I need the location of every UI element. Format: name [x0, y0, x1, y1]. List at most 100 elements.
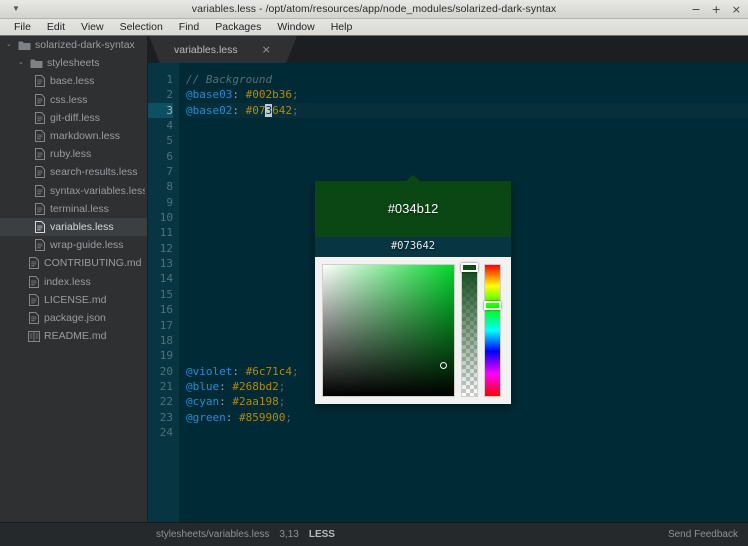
menu-packages[interactable]: Packages: [207, 19, 269, 36]
tree-item-label: ruby.less: [50, 148, 92, 161]
tree-item-search-results-less[interactable]: search-results.less: [0, 163, 147, 181]
hex-color-token[interactable]: #859900: [239, 411, 285, 424]
status-cursor-position[interactable]: 3,13: [279, 529, 298, 540]
original-hex-label: #073642: [390, 240, 436, 253]
chevron-down-icon[interactable]: ⌄: [18, 59, 29, 66]
tab-title: variables.less: [174, 43, 238, 56]
tab-variables-less[interactable]: variables.less ×: [149, 36, 297, 63]
code-line-23: @green: #859900;: [186, 410, 748, 425]
tree-item-contributing-md[interactable]: CONTRIBUTING.md: [0, 254, 147, 272]
sv-selection-marker[interactable]: [440, 362, 447, 369]
text-editor[interactable]: 1 2 3 4 5 6 7 8 9 10 11 12 13 14 15 16 1: [148, 63, 748, 522]
file-icon: [32, 239, 47, 252]
alpha-slider-handle[interactable]: [461, 263, 478, 272]
close-icon[interactable]: ×: [732, 4, 741, 15]
hex-color-token[interactable]: #002b36: [246, 88, 292, 101]
hex-color-token[interactable]: #6c71c4: [246, 365, 292, 378]
window-menu-icon[interactable]: ▼: [0, 5, 28, 13]
tree-item-markdown-less[interactable]: markdown.less: [0, 127, 147, 145]
tree-item-label: markdown.less: [50, 130, 121, 143]
minimize-icon[interactable]: −: [691, 4, 700, 15]
book-icon: [26, 330, 41, 343]
color-picker-controls: [315, 257, 511, 404]
tab-bar: variables.less ×: [148, 36, 748, 63]
tree-item-label: wrap-guide.less: [50, 239, 124, 252]
tree-item-package-json[interactable]: package.json: [0, 309, 147, 327]
saturation-value-square[interactable]: [322, 264, 455, 397]
menu-window[interactable]: Window: [269, 19, 322, 36]
file-icon: [26, 293, 41, 306]
line-number: 9: [166, 195, 173, 209]
status-file-path[interactable]: stylesheets/variables.less: [156, 529, 269, 540]
hex-color-token-rest[interactable]: 642: [272, 104, 292, 117]
code-line-2: @base03: #002b36;: [186, 87, 748, 102]
send-feedback-link[interactable]: Send Feedback: [668, 529, 738, 540]
tree-item-index-less[interactable]: index.less: [0, 272, 147, 290]
status-bar-left-pad: [0, 523, 148, 546]
tree-item-variables-less[interactable]: variables.less: [0, 217, 147, 237]
variable-token: @violet: [186, 364, 233, 378]
hex-color-token[interactable]: #07: [246, 104, 266, 117]
status-bar-right: Send Feedback: [668, 529, 748, 540]
menu-selection[interactable]: Selection: [112, 19, 171, 36]
window-title: variables.less - /opt/atom/resources/app…: [191, 3, 557, 15]
tree-item-ruby-less[interactable]: ruby.less: [0, 145, 147, 163]
variable-token: @base03: [186, 88, 233, 102]
semicolon-token: ;: [278, 395, 286, 409]
hue-slider-handle[interactable]: [484, 301, 501, 310]
tree-item-terminal-less[interactable]: terminal.less: [0, 200, 147, 218]
alpha-slider[interactable]: [461, 263, 478, 397]
tree-view-sidebar[interactable]: ⌄ solarized-dark-syntax ⌄ stylesheets ba…: [0, 36, 148, 522]
tree-item-git-diff-less[interactable]: git-diff.less: [0, 109, 147, 127]
tree-item-label: LICENSE.md: [44, 293, 107, 306]
semicolon-token: ;: [291, 103, 299, 117]
file-icon: [32, 75, 47, 88]
file-icon: [32, 130, 47, 143]
line-number: 4: [166, 119, 173, 133]
tree-item-project-root[interactable]: ⌄ solarized-dark-syntax: [0, 36, 147, 54]
tree-item-base-less[interactable]: base.less: [0, 72, 147, 90]
tree-item-css-less[interactable]: css.less: [0, 91, 147, 109]
tree-item-wrap-guide-less[interactable]: wrap-guide.less: [0, 236, 147, 254]
menu-help[interactable]: Help: [323, 19, 361, 36]
file-icon: [32, 220, 47, 233]
chevron-down-icon[interactable]: ⌄: [6, 41, 17, 48]
maximize-icon[interactable]: +: [712, 4, 721, 15]
line-number: 5: [166, 134, 173, 148]
hue-slider[interactable]: [484, 264, 501, 397]
tree-item-label: css.less: [50, 93, 88, 106]
window-controls: − + ×: [691, 4, 748, 15]
line-number-gutter: 1 2 3 4 5 6 7 8 9 10 11 12 13 14 15 16 1: [148, 63, 179, 522]
status-grammar[interactable]: LESS: [309, 529, 335, 540]
menu-find[interactable]: Find: [171, 19, 207, 36]
editor-pane: variables.less × 1 2 3 4 5 6 7 8 9 10 11: [148, 36, 748, 522]
color-picker-popup[interactable]: #034b12 #073642: [315, 175, 511, 404]
tree-item-stylesheets[interactable]: ⌄ stylesheets: [0, 54, 147, 72]
tree-item-syntax-variables-less[interactable]: syntax-variables.less: [0, 182, 147, 200]
colon-token: :: [219, 379, 226, 393]
line-number: 2: [166, 88, 173, 102]
colon-token: :: [225, 410, 233, 424]
menu-file[interactable]: File: [6, 19, 39, 36]
variable-token: @base02: [186, 103, 233, 117]
file-icon: [32, 93, 47, 106]
tree-item-readme-md[interactable]: README.md: [0, 327, 147, 345]
line-number: 24: [159, 425, 173, 439]
tree-item-license-md[interactable]: LICENSE.md: [0, 291, 147, 309]
hex-color-token[interactable]: #268bd2: [232, 380, 278, 393]
menu-edit[interactable]: Edit: [39, 19, 73, 36]
menu-view[interactable]: View: [73, 19, 112, 36]
close-icon[interactable]: ×: [262, 44, 271, 55]
tree-item-label: README.md: [44, 330, 107, 343]
hex-color-token[interactable]: #2aa198: [232, 395, 278, 408]
tree-item-label: search-results.less: [50, 166, 138, 179]
file-icon: [32, 148, 47, 161]
code-line-3: @base02: #073642;: [186, 103, 748, 118]
variable-token: @green: [186, 410, 226, 424]
line-number: 1: [166, 73, 173, 86]
file-icon: [32, 166, 47, 179]
